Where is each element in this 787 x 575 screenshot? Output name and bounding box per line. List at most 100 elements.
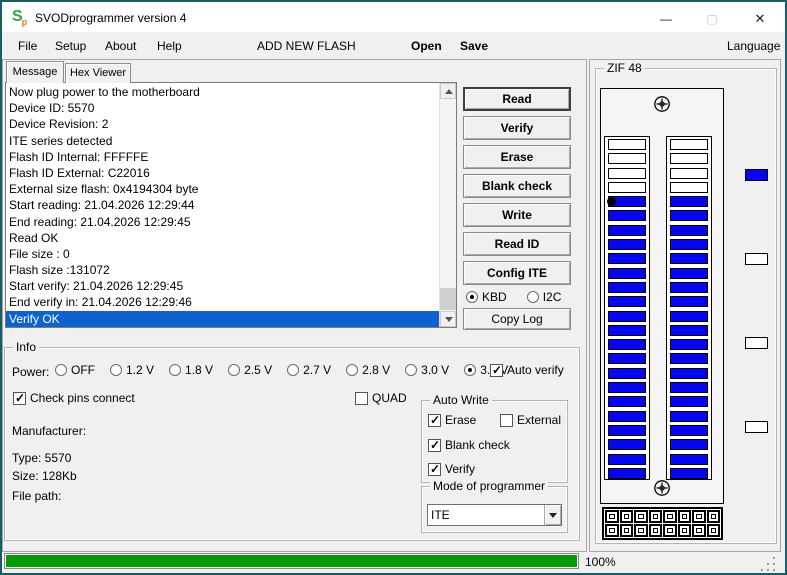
pin-bar [608,167,646,179]
pin-column-right [666,136,712,480]
menu-about[interactable]: About [105,39,136,53]
verify-button[interactable]: Verify [463,116,571,140]
pin-bar [670,424,708,436]
menu-help[interactable]: Help [157,39,182,53]
chip-size: Size: 128Kb [12,469,77,483]
connector-pin [619,510,633,523]
zif-indicator [745,169,768,181]
scroll-up-icon[interactable] [440,83,456,99]
power-option-1.2v[interactable]: 1.2 V [110,363,154,377]
pin-bar [670,296,708,308]
power-option-off[interactable]: OFF [55,363,95,377]
write-button[interactable]: Write [463,203,571,227]
power-option-label: 1.8 V [185,363,214,377]
radio-icon [55,364,67,376]
log-line[interactable]: Device Revision: 2 [6,116,439,132]
checkbox-icon [428,438,441,452]
pin-bar [670,239,708,251]
read-id-button[interactable]: Read ID [463,232,571,256]
check-pins-checkbox[interactable]: Check pins connect [13,391,135,405]
erase-button[interactable]: Erase [463,145,571,169]
log-line[interactable]: Read OK [6,230,439,246]
chevron-down-icon[interactable] [544,505,561,525]
log-line[interactable]: External size flash: 0x4194304 byte [6,181,439,197]
log-line[interactable]: Flash ID Internal: FFFFFE [6,149,439,165]
pin-bar [608,310,646,322]
scroll-down-icon[interactable] [440,311,456,327]
power-option-1.8v[interactable]: 1.8 V [169,363,213,377]
radio-icon [110,364,122,376]
log-line[interactable]: Now plug power to the motherboard [6,84,439,100]
close-button[interactable]: ✕ [735,4,785,34]
pin-bar [670,310,708,322]
log-line[interactable]: ITE series detected [6,133,439,149]
i2c-radio[interactable]: I2C [526,290,561,304]
log-line[interactable]: Start verify: 21.04.2026 12:29:45 [6,278,439,294]
copy-log-button[interactable]: Copy Log [463,308,571,330]
checkbox-icon [428,462,441,476]
log-line[interactable]: Flash ID External: C22016 [6,165,439,181]
screw-icon [654,480,670,496]
pin-bar [607,196,646,208]
power-option-3.0v[interactable]: 3.0 V [405,363,449,377]
menu-save[interactable]: Save [460,39,488,53]
pin-bar [608,153,646,165]
auto-write-verify[interactable]: Verify [428,462,475,476]
power-option-2.7v[interactable]: 2.7 V [287,363,331,377]
menu-open[interactable]: Open [411,39,442,53]
log-line[interactable]: Start reading: 21.04.2026 12:29:44 [6,197,439,213]
scrollbar-thumb[interactable] [440,288,456,310]
log-line[interactable]: Verify OK [6,310,439,327]
power-option-label: 1.2 V [126,363,155,377]
mode-combobox[interactable]: ITE [427,504,562,526]
checkbox-icon [428,413,441,427]
minimize-button[interactable]: — [643,4,689,34]
screw-icon [654,96,670,112]
blank-check-button[interactable]: Blank check [463,174,571,198]
auto-write-external[interactable]: External [500,413,561,427]
kbd-radio[interactable]: KBD [466,290,507,304]
pin-bar [670,196,708,208]
menu-language[interactable]: Language [727,39,780,53]
quad-checkbox[interactable]: QUAD [355,391,407,405]
log-line[interactable]: End verify in: 21.04.2026 12:29:46 [6,294,439,310]
log-scrollbar[interactable] [439,83,456,327]
pin-bar [608,467,646,479]
connector-pin [663,510,677,523]
auto-write-blank-check[interactable]: Blank check [428,438,510,452]
menu-setup[interactable]: Setup [55,39,86,53]
radio-icon [405,364,418,376]
power-option-2.8v[interactable]: 2.8 V [346,363,390,377]
action-buttons: Read Verify Erase Blank check Write Read ID Co… [463,87,571,290]
log-list: Now plug power to the motherboard Device … [6,84,439,327]
log-line[interactable]: Device ID: 5570 [6,100,439,116]
mode-title: Mode of programmer [430,479,549,493]
app-logo-icon: Sp [12,8,30,27]
pin-bar [670,453,708,465]
connector-pin [677,510,691,523]
checkbox-icon [13,391,26,405]
pin-bar [608,281,646,293]
read-button[interactable]: Read [463,87,571,111]
maximize-button[interactable]: ▢ [689,4,735,34]
pin-bar [670,253,708,265]
power-option-2.5v[interactable]: 2.5 V [228,363,272,377]
tab-message[interactable]: Message [6,61,64,83]
log-line[interactable]: Flash size :131072 [6,262,439,278]
pin-bar [670,210,708,222]
zif-group-title: ZIF 48 [604,61,645,75]
pin-bar [670,439,708,451]
auto-verify-checkbox[interactable]: Auto verify [490,363,564,377]
tab-hex-viewer[interactable]: Hex Viewer [65,63,131,83]
radio-icon [464,364,477,376]
pin-bar [608,253,646,265]
auto-write-erase[interactable]: Erase [428,413,476,427]
connector-pin [634,524,648,537]
pin-bar [670,281,708,293]
log-line[interactable]: End reading: 21.04.2026 12:29:45 [6,214,439,230]
log-line[interactable]: File size : 0 [6,246,439,262]
menu-add-new-flash[interactable]: ADD NEW FLASH [257,39,356,53]
config-ite-button[interactable]: Config ITE [463,261,571,285]
resize-grip[interactable] [761,557,777,573]
menu-file[interactable]: File [18,39,37,53]
